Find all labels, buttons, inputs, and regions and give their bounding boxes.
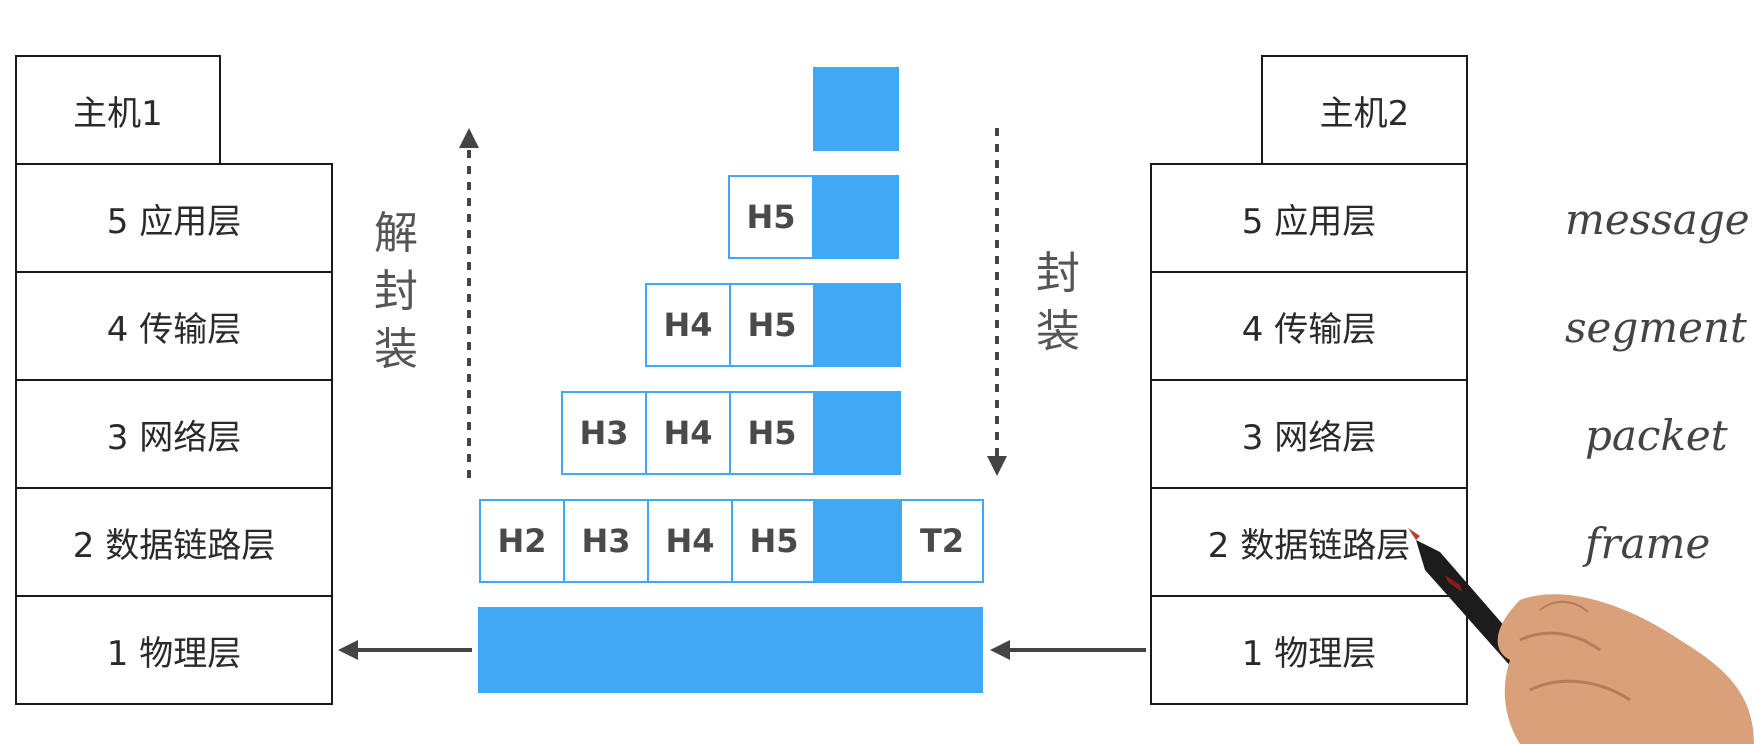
arrow-to-host1-physical bbox=[338, 640, 472, 660]
decapsulate-arrow bbox=[459, 128, 479, 478]
encapsulate-arrow bbox=[987, 128, 1007, 476]
arrow-from-host2-physical bbox=[990, 640, 1146, 660]
hand-with-pen-illustration bbox=[1408, 528, 1754, 744]
diagram-overlay bbox=[338, 128, 1754, 744]
